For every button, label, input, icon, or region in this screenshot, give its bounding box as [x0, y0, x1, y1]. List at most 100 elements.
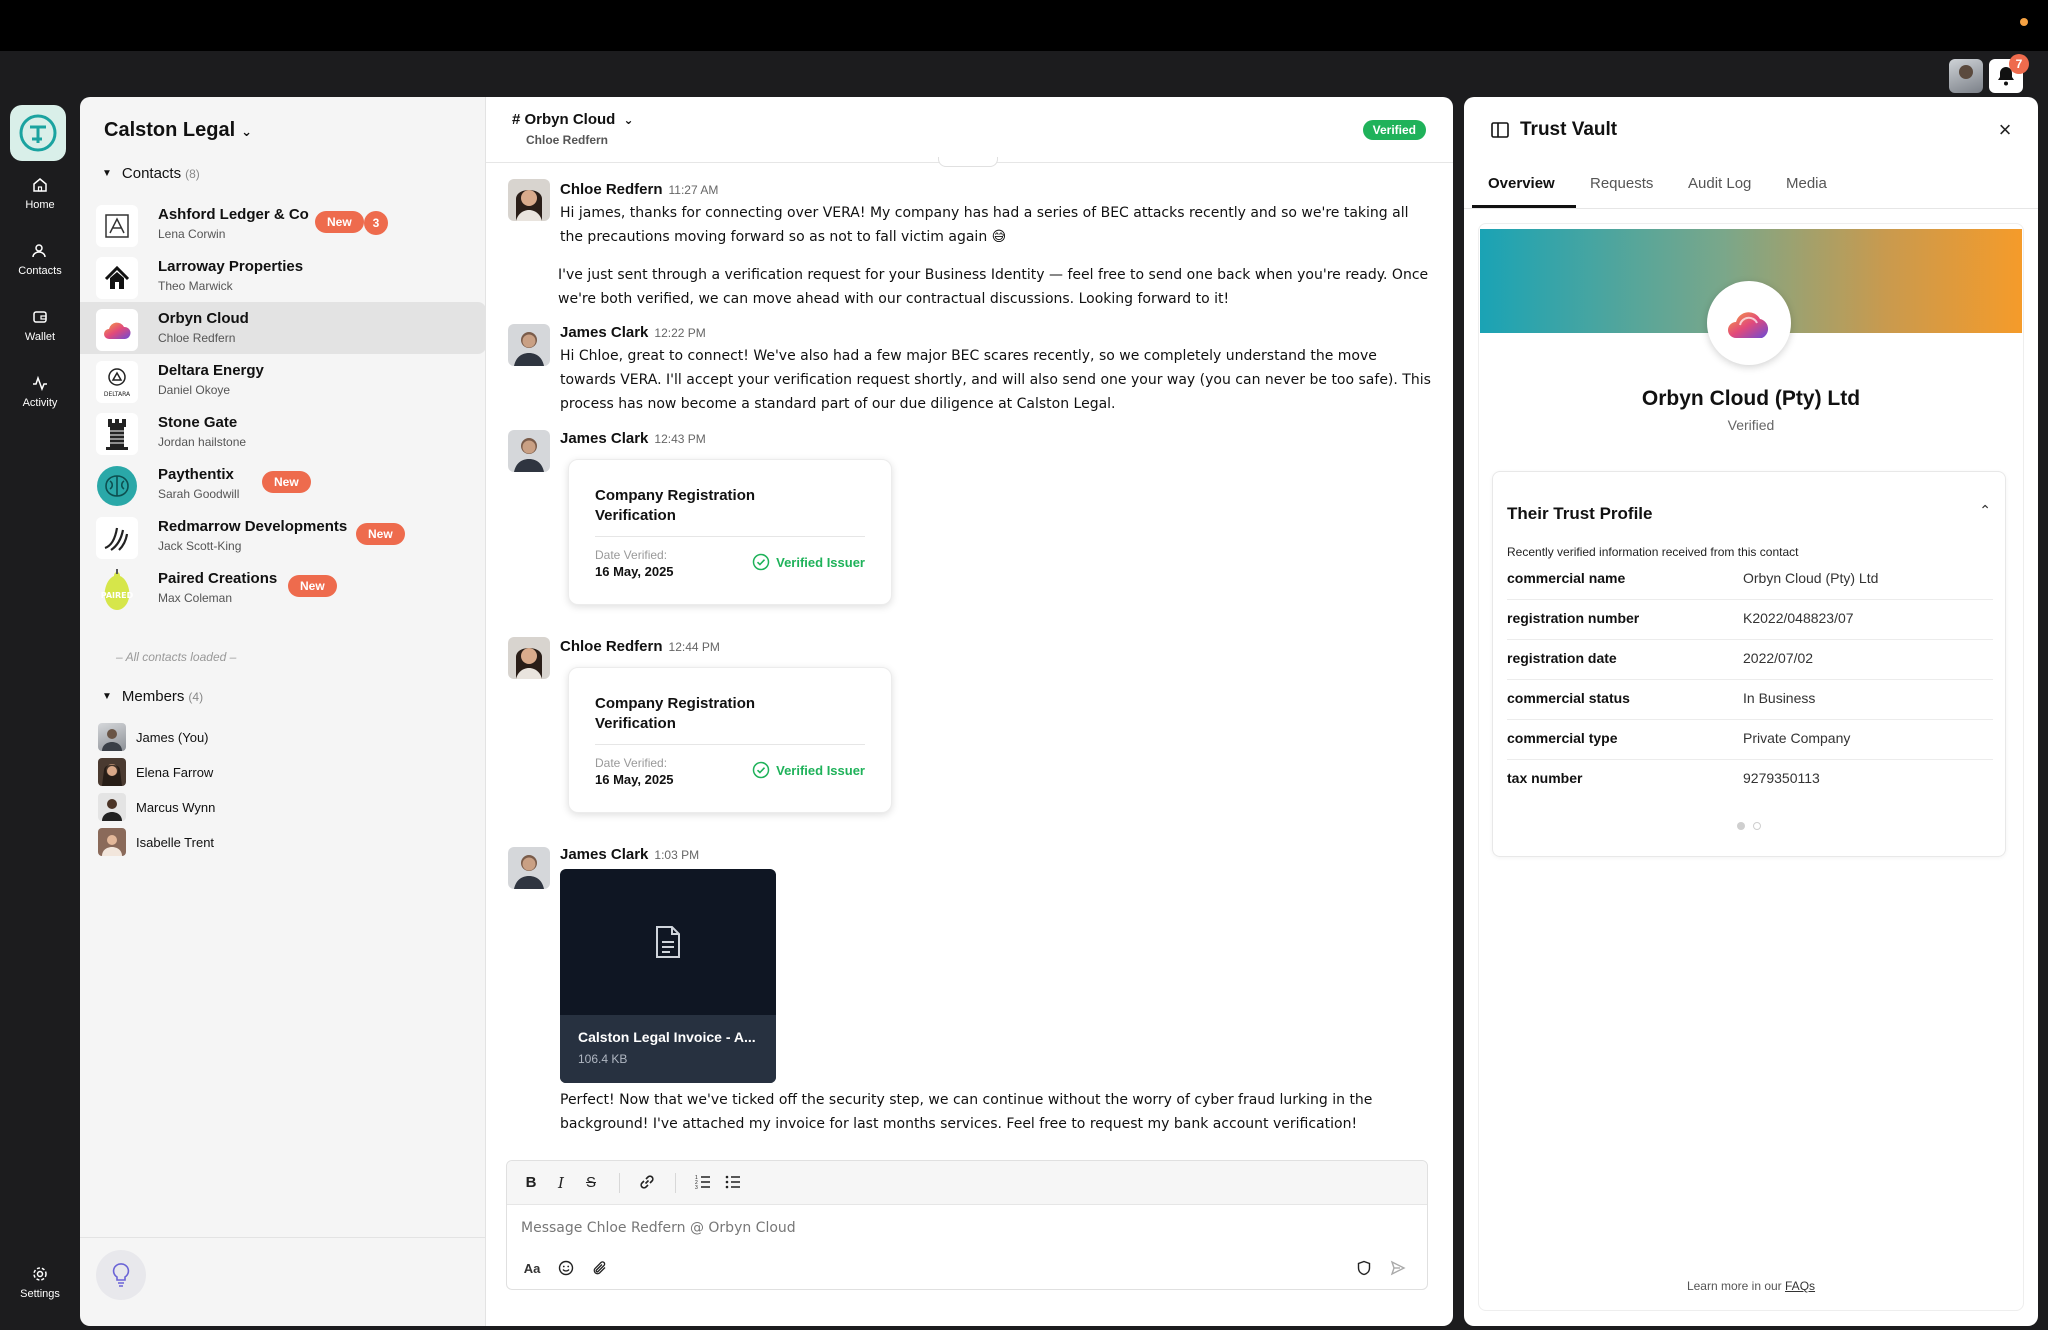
contact-item-ashford[interactable]: Ashford Ledger & Co Lena Corwin New 3 [80, 198, 486, 250]
user-avatar[interactable] [1949, 59, 1983, 93]
app-header-bar [0, 51, 2048, 97]
rail-item-wallet[interactable]: Wallet [0, 309, 80, 343]
file-size: 106.4 KB [578, 1052, 628, 1066]
verification-card[interactable]: Company Registration Verification Date V… [568, 459, 892, 605]
link-button[interactable] [637, 1173, 657, 1193]
message-author: James Clark 12:22 PM [560, 324, 706, 341]
contact-item-deltara[interactable]: DELTARA Deltara Energy Daniel Okoye [80, 354, 486, 406]
text-format-button[interactable]: Aa [521, 1257, 543, 1279]
top-bar [0, 0, 2048, 51]
pagination-dot[interactable] [1753, 822, 1761, 830]
rail-item-contacts[interactable]: Contacts [0, 243, 80, 277]
tab-overview[interactable]: Overview [1488, 175, 1555, 192]
date-verified-label: Date Verified: [595, 548, 668, 562]
new-badge: New [315, 211, 364, 233]
brain-logo-icon [96, 465, 138, 507]
rail-item-settings[interactable]: Settings [0, 1266, 80, 1300]
author-avatar [508, 179, 550, 221]
wallet-icon [33, 311, 47, 323]
ordered-list-button[interactable]: 123 [693, 1173, 713, 1193]
divider [595, 536, 865, 537]
member-name: Elena Farrow [136, 765, 214, 780]
rail-item-label: Contacts [18, 265, 62, 277]
verified-badge: Verified [1362, 120, 1426, 140]
secure-send-button[interactable] [1353, 1257, 1375, 1279]
bold-button[interactable]: B [521, 1173, 541, 1193]
tab-audit-log[interactable]: Audit Log [1688, 175, 1751, 192]
send-button[interactable] [1387, 1257, 1409, 1279]
message-time: 12:44 PM [668, 640, 720, 654]
message-text: I've just sent through a verification re… [558, 267, 1429, 307]
profile-key: registration number [1507, 610, 1640, 626]
message-input[interactable] [521, 1217, 1401, 1239]
contact-item-redmarrow[interactable]: Redmarrow Developments Jack Scott-King N… [80, 510, 486, 562]
profile-row: commercial name Orbyn Cloud (Pty) Ltd [1507, 560, 1993, 600]
bullet-list-button[interactable] [723, 1173, 743, 1193]
trust-vault-panel: Trust Vault × Overview Requests Audit Lo… [1464, 97, 2038, 1326]
emoji-button[interactable] [555, 1257, 577, 1279]
channel-switcher[interactable]: # Orbyn Cloud ⌄ [512, 111, 634, 128]
close-button[interactable]: × [1994, 119, 2016, 141]
message-text: Hi james, thanks for connecting over VER… [560, 205, 1409, 245]
profile-row: tax number 9279350113 [1507, 760, 1993, 800]
document-icon [656, 926, 680, 958]
strikethrough-button[interactable]: S [581, 1173, 601, 1193]
date-verified-label: Date Verified: [595, 756, 668, 770]
rail-item-activity[interactable]: Activity [0, 375, 80, 409]
chevron-down-icon: ⌄ [241, 124, 253, 139]
unread-count-badge: 3 [364, 211, 388, 235]
verification-card[interactable]: Company Registration Verification Date V… [568, 667, 892, 813]
smiley-icon [558, 1260, 574, 1276]
status-dot [2020, 18, 2028, 26]
vault-header: Trust Vault [1490, 119, 1617, 141]
ordered-list-icon: 123 [695, 1175, 710, 1191]
profile-key: commercial type [1507, 730, 1618, 746]
contact-person: Jordan hailstone [158, 435, 247, 449]
formatting-toolbar: B I S 123 [507, 1161, 1427, 1205]
contact-item-orbyn[interactable]: Orbyn Cloud Chloe Redfern [80, 302, 486, 354]
new-badge: New [356, 523, 405, 545]
members-count: (4) [188, 690, 204, 704]
divider [80, 1237, 486, 1238]
contact-person: Daniel Okoye [158, 383, 231, 397]
chevron-down-icon: ⌄ [623, 113, 634, 127]
tab-media[interactable]: Media [1786, 175, 1827, 192]
member-avatar [98, 758, 126, 786]
pagination-dots [1737, 817, 1769, 835]
member-name: James (You) [136, 730, 209, 745]
contact-item-stonegate[interactable]: Stone Gate Jordan hailstone [80, 406, 486, 458]
tips-button[interactable] [96, 1250, 146, 1300]
toolbar-separator [675, 1173, 676, 1193]
contact-person: Lena Corwin [158, 227, 226, 241]
rail-item-label: Settings [20, 1288, 60, 1300]
contact-item-paythentix[interactable]: Paythentix Sarah Goodwill New [80, 458, 486, 510]
app-logo[interactable] [10, 105, 66, 161]
tab-requests[interactable]: Requests [1590, 175, 1653, 192]
rail-item-label: Activity [22, 397, 58, 409]
close-icon: × [1998, 117, 2012, 142]
contacts-panel: Calston Legal ⌄ ▼ Contacts (8) Ashford Ledg… [80, 97, 486, 1326]
file-attachment[interactable]: Calston Legal Invoice - A... 106.4 KB [560, 869, 776, 1083]
contact-person: Jack Scott-King [158, 539, 242, 553]
profile-value: Private Company [1743, 730, 1851, 746]
faq-prefix: Learn more in our [1686, 1279, 1782, 1293]
cloud-logo-icon [1728, 312, 1769, 338]
paperclip-icon [593, 1261, 606, 1275]
org-switcher[interactable]: Calston Legal ⌄ [104, 119, 252, 142]
new-badge: New [288, 575, 337, 597]
members-section-toggle[interactable]: ▼ Members (4) [102, 688, 203, 705]
member-avatar [98, 828, 126, 856]
attach-button[interactable] [589, 1257, 611, 1279]
contact-item-paired[interactable]: PAIRED Paired Creations Max Coleman New [80, 562, 486, 614]
collapse-button[interactable]: ⌃ [1979, 502, 1991, 519]
pagination-dot-active[interactable] [1737, 822, 1745, 830]
contacts-section-toggle[interactable]: ▼ Contacts (8) [102, 165, 200, 182]
svg-text:DELTARA: DELTARA [104, 391, 131, 398]
faq-link[interactable]: FAQs [1785, 1279, 1815, 1293]
toolbar-separator [619, 1173, 620, 1193]
rail-item-home[interactable]: Home [0, 177, 80, 211]
contact-name: Ashford Ledger & Co [158, 206, 309, 223]
svg-text:3: 3 [695, 1185, 698, 1191]
contact-item-larroway[interactable]: Larroway Properties Theo Marwick [80, 250, 486, 302]
italic-button[interactable]: I [551, 1173, 571, 1193]
